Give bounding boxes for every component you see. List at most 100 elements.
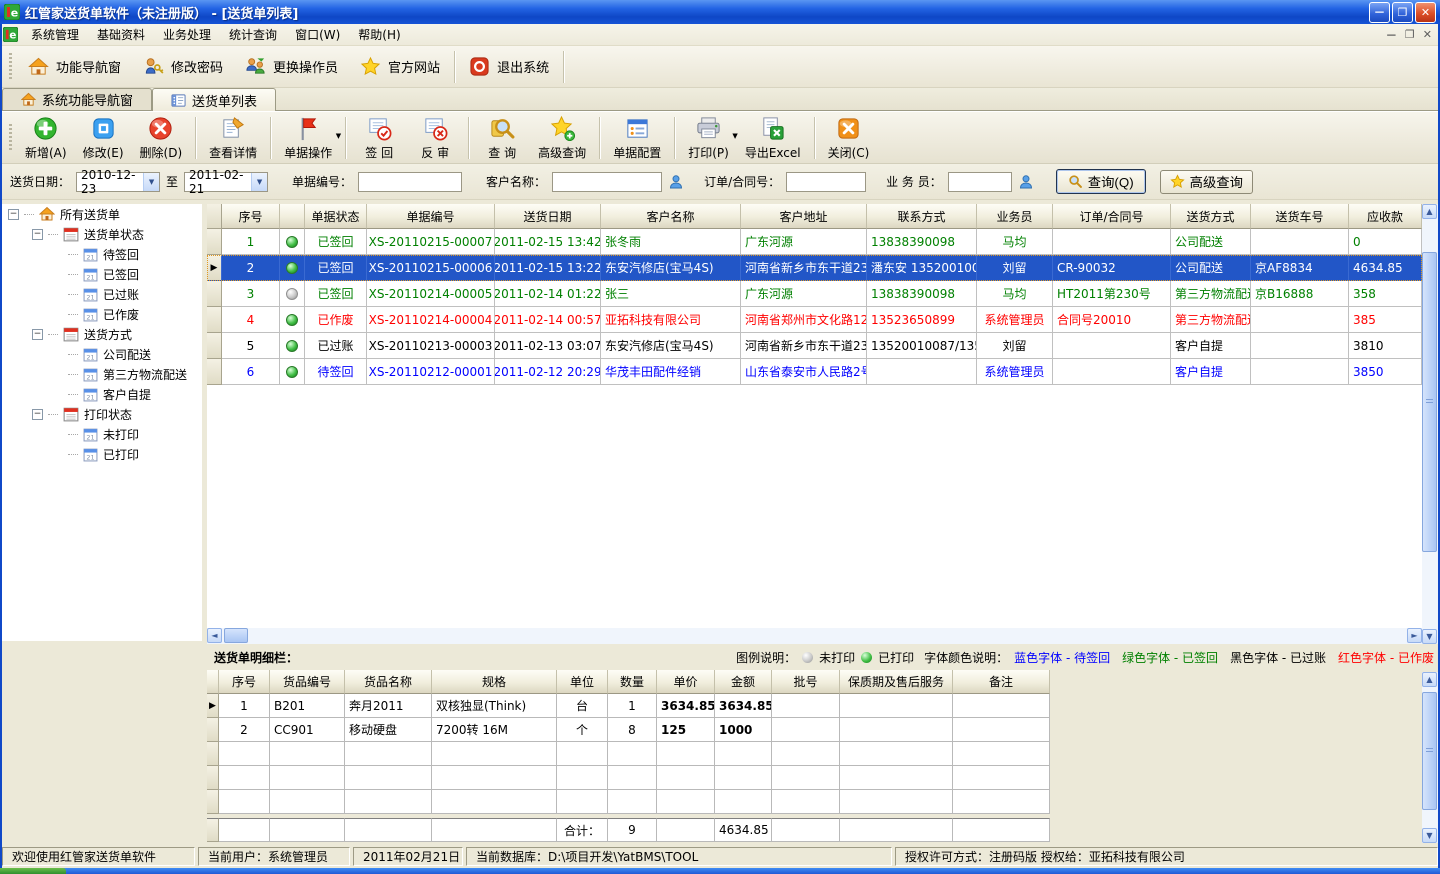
detail-column-header-7[interactable]: 金额 [715,670,772,694]
column-header-3[interactable]: 单据编号 [367,204,495,229]
column-header-1[interactable] [280,204,305,229]
detail-column-header-2[interactable]: 货品名称 [345,670,432,694]
chevron-down-icon[interactable]: ▼ [336,132,341,140]
start-button[interactable] [0,868,66,874]
mdi-close-button[interactable]: ✕ [1423,28,1432,41]
v-scrollbar-thumb[interactable] [1422,252,1437,552]
date-from-combo[interactable]: 2010-12-23 ▼ [76,172,160,192]
tree-collapse-icon[interactable]: − [32,329,43,340]
column-header-5[interactable]: 客户名称 [601,204,741,229]
detail-row[interactable] [207,790,1050,814]
column-header-6[interactable]: 客户地址 [741,204,867,229]
mdi-minimize-button[interactable]: － [1386,27,1397,43]
tree-leaf-1-1[interactable]: 21第三方物流配送 [2,364,202,384]
toolbar-button-16[interactable]: 打印(P)▼ [680,114,737,162]
tree-leaf-0-1[interactable]: 21已签回 [2,264,202,284]
restore-button[interactable]: ❐ [1392,2,1413,23]
tree-root[interactable]: −所有送货单 [2,204,202,224]
column-header-10[interactable]: 送货方式 [1171,204,1251,229]
detail-column-header-4[interactable]: 单位 [557,670,608,694]
detail-row[interactable]: 合计：94634.85 [207,818,1050,842]
toolbar-button-8[interactable]: 签 回 [351,114,407,162]
toolbar-button-12[interactable]: 高级查询 [530,114,594,162]
customer-picker-icon[interactable] [668,174,684,190]
scroll-down-icon[interactable]: ▼ [1422,629,1437,644]
column-header-12[interactable]: 应收款 [1349,204,1422,229]
detail-column-header-1[interactable]: 货品编号 [270,670,345,694]
tree-group-0[interactable]: −送货单状态 [2,224,202,244]
menu-item-5[interactable]: 帮助(H) [349,23,409,46]
tree-leaf-2-1[interactable]: 21已打印 [2,444,202,464]
tree-leaf-1-0[interactable]: 21公司配送 [2,344,202,364]
tree-group-1[interactable]: −送货方式 [2,324,202,344]
scroll-up-icon[interactable]: ▲ [1422,672,1437,687]
scroll-right-icon[interactable]: ► [1407,628,1422,643]
h-scrollbar[interactable]: ◄ ► [207,628,1422,644]
detail-column-header-9[interactable]: 保质期及售后服务 [840,670,953,694]
tree-group-2[interactable]: −打印状态 [2,404,202,424]
tree-leaf-0-2[interactable]: 21已过账 [2,284,202,304]
column-header-7[interactable]: 联系方式 [867,204,977,229]
topbar-button-5[interactable]: 退出系统 [458,50,560,84]
bill-no-input[interactable] [358,172,462,192]
toolbar-button-6[interactable]: 单据操作▼ [276,114,340,162]
detail-scrollbar-thumb[interactable] [1422,692,1437,810]
chevron-down-icon[interactable]: ▼ [251,173,267,191]
column-header-4[interactable]: 送货日期 [495,204,601,229]
tree-collapse-icon[interactable]: − [32,229,43,240]
column-header-2[interactable]: 单据状态 [305,204,367,229]
menu-item-4[interactable]: 窗口(W) [286,23,349,46]
toolbar-button-4[interactable]: 查看详情 [201,114,265,162]
v-scrollbar[interactable]: ▲ ▼ [1422,204,1438,644]
mdi-restore-button[interactable]: ❐ [1405,28,1415,41]
table-row[interactable]: 5已过账XS-20110213-000032011-02-13 03:07东安汽… [207,333,1422,359]
table-row[interactable]: ▶2已签回XS-20110215-000062011-02-15 13:22东安… [207,255,1422,281]
column-header-11[interactable]: 送货车号 [1251,204,1349,229]
detail-row[interactable] [207,742,1050,766]
menu-item-1[interactable]: 基础资料 [88,23,154,46]
detail-column-header-10[interactable]: 备注 [953,670,1050,694]
table-row[interactable]: 1已签回XS-20110215-000072011-02-15 13:42张冬雨… [207,229,1422,255]
close-button[interactable]: ✕ [1415,2,1436,23]
detail-column-header-0[interactable]: 序号 [219,670,270,694]
toolbar-button-1[interactable]: 修改(E) [75,114,132,162]
tree-leaf-2-0[interactable]: 21未打印 [2,424,202,444]
table-row[interactable]: 4已作废XS-20110214-000042011-02-14 00:57亚拓科… [207,307,1422,333]
toolbar-button-14[interactable]: 单据配置 [605,114,669,162]
scroll-down-icon[interactable]: ▼ [1422,828,1437,843]
tab-1[interactable]: 送货单列表 [152,88,276,111]
h-scrollbar-thumb[interactable] [224,628,248,643]
date-to-combo[interactable]: 2011-02-21 ▼ [184,172,268,192]
toolbar-button-9[interactable]: 反 审 [407,114,463,162]
salesman-input[interactable] [948,172,1012,192]
tab-0[interactable]: 系统功能导航窗 [2,88,152,110]
topbar-button-2[interactable]: 更换操作员 [234,50,349,84]
detail-column-header-3[interactable]: 规格 [432,670,557,694]
menu-item-2[interactable]: 业务处理 [154,23,220,46]
tree-leaf-1-2[interactable]: 21客户自提 [2,384,202,404]
detail-column-header-5[interactable]: 数量 [608,670,657,694]
column-header-8[interactable]: 业务员 [977,204,1053,229]
chevron-down-icon[interactable]: ▼ [143,173,159,191]
scroll-left-icon[interactable]: ◄ [207,628,222,643]
topbar-button-1[interactable]: 修改密码 [132,50,234,84]
toolbar-button-11[interactable]: 查 询 [474,114,530,162]
topbar-button-0[interactable]: 功能导航窗 [17,50,132,84]
menu-item-0[interactable]: 系统管理 [22,23,88,46]
detail-column-header-8[interactable]: 批号 [772,670,840,694]
toolbar-button-17[interactable]: 导出Excel [737,114,809,162]
table-row[interactable]: 6待签回XS-20110212-000012011-02-12 20:29华茂丰… [207,359,1422,385]
scroll-up-icon[interactable]: ▲ [1422,204,1437,219]
salesman-picker-icon[interactable] [1018,174,1034,190]
detail-row[interactable]: 2CC901移动硬盘7200转 16M个81251000 [207,718,1050,742]
toolbar-button-0[interactable]: 新增(A) [17,114,75,162]
tree-collapse-icon[interactable]: − [8,209,19,220]
column-header-0[interactable]: 序号 [222,204,280,229]
menu-item-3[interactable]: 统计查询 [220,23,286,46]
detail-row[interactable] [207,766,1050,790]
advanced-query-button[interactable]: 高级查询 [1160,170,1253,194]
detail-v-scrollbar[interactable]: ▲ ▼ [1422,672,1438,843]
toolbar-button-19[interactable]: 关闭(C) [820,114,878,162]
column-header-9[interactable]: 订单/合同号 [1053,204,1171,229]
table-row[interactable]: 3已签回XS-20110214-000052011-02-14 01:22张三广… [207,281,1422,307]
